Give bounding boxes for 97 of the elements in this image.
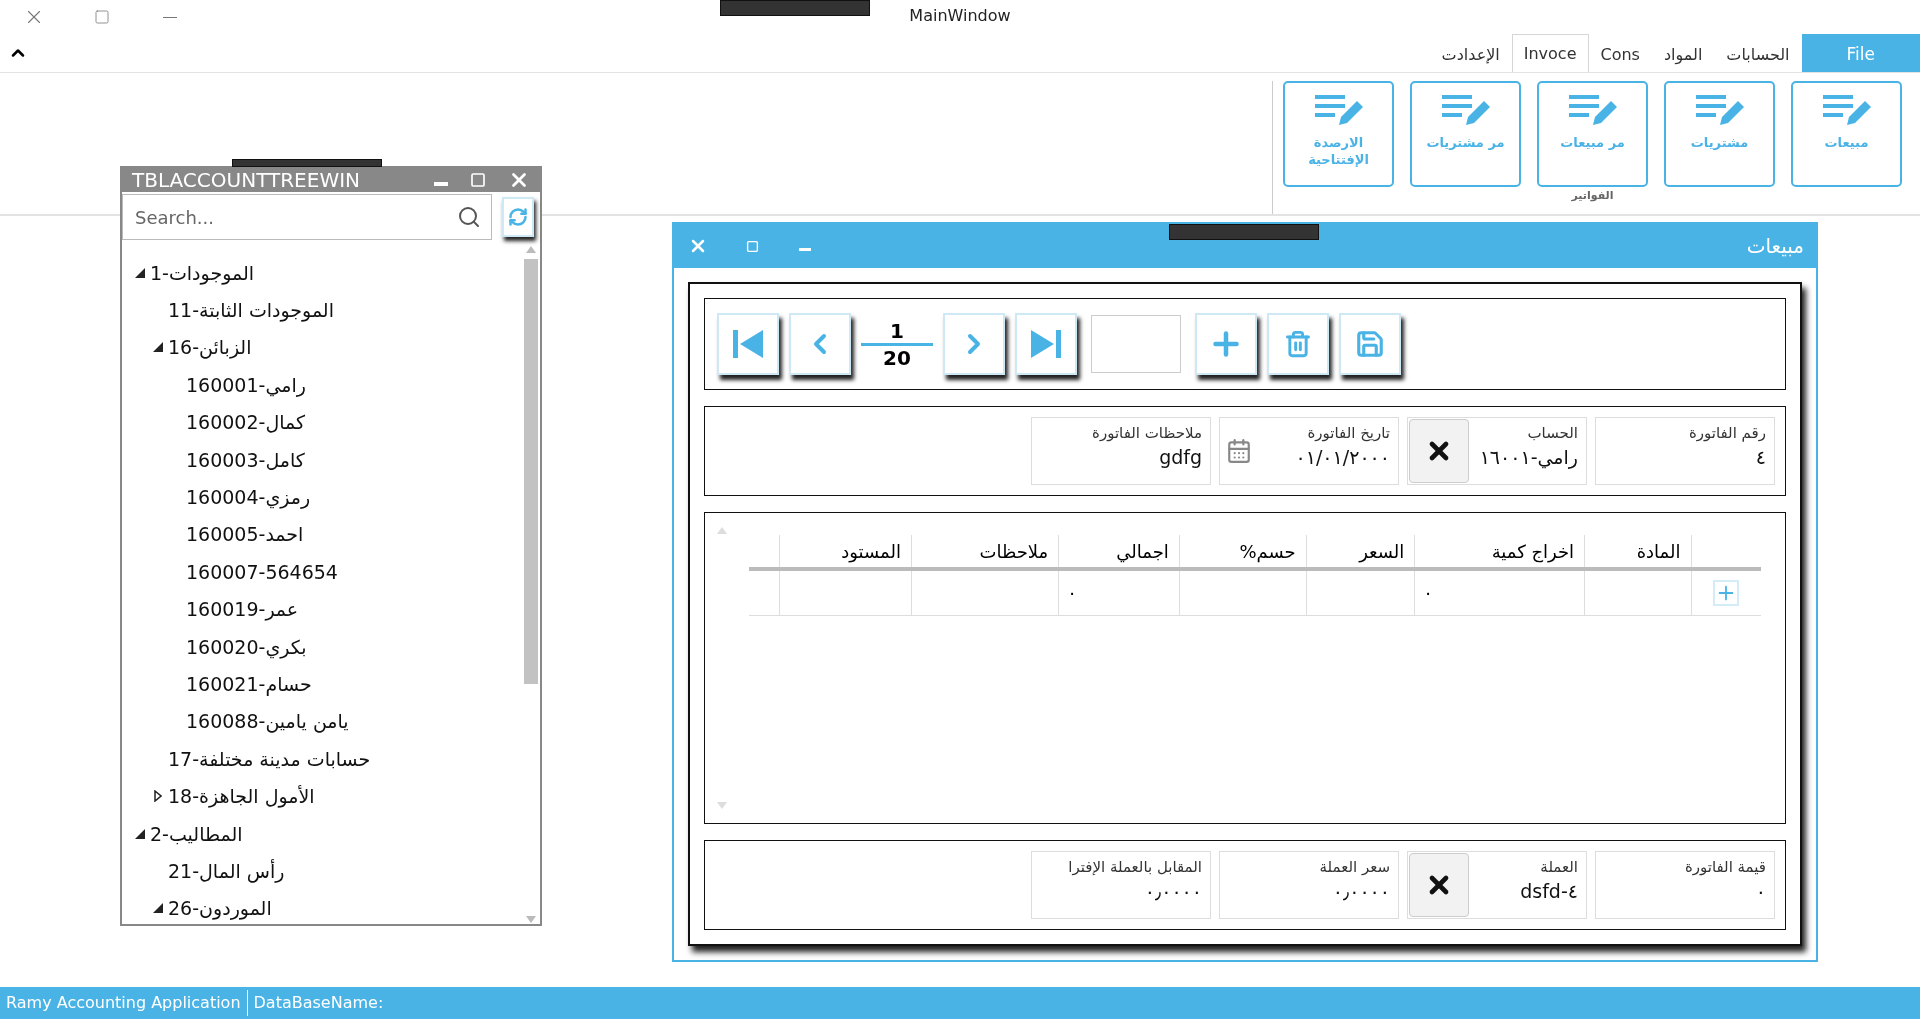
drag-handle[interactable] <box>232 159 382 167</box>
table-cell: ٠ <box>1423 582 1433 604</box>
tree-item[interactable]: 26-الموردون <box>168 897 272 920</box>
window-title: MainWindow <box>909 6 1011 25</box>
expanded-triangle-icon[interactable] <box>153 342 163 353</box>
field-value: رامي-١٦٠٠١ <box>1478 446 1578 468</box>
scroll-up-icon[interactable] <box>526 246 536 253</box>
refresh-icon <box>508 207 528 227</box>
field-value: ٠١/٠١/٢٠٠٠ <box>1294 446 1390 468</box>
tree-item[interactable]: 160021-حسام <box>186 673 312 695</box>
window-title: مبيعات <box>1746 234 1804 258</box>
add-row-button[interactable] <box>1713 579 1740 606</box>
column-header: السعر <box>1306 535 1415 569</box>
record-input[interactable] <box>1091 315 1181 373</box>
tree-item[interactable]: 17-حسابات مدينة مختلفة <box>168 747 371 770</box>
maximize-icon[interactable] <box>746 239 759 253</box>
minimize-icon <box>163 16 177 18</box>
add-button[interactable] <box>1195 313 1257 375</box>
minimize-icon[interactable] <box>799 247 811 251</box>
delete-icon <box>1284 330 1312 358</box>
drag-handle[interactable] <box>720 0 870 16</box>
record-number: 1 <box>889 318 905 343</box>
delete-button[interactable] <box>1267 313 1329 375</box>
expanded-triangle-icon[interactable] <box>135 267 145 278</box>
date-field[interactable]: تاريخ الفاتورة ٠١/٠١/٢٠٠٠ <box>1219 417 1399 485</box>
clear-button[interactable] <box>1409 853 1469 917</box>
calendar-icon[interactable] <box>1226 438 1252 464</box>
column-header: اخراج كمية <box>1414 535 1585 569</box>
field-value: ٠٫٠٠٠٠ <box>1331 880 1390 902</box>
drag-handle[interactable] <box>1169 224 1319 240</box>
column-header: ملاحظات <box>911 535 1059 569</box>
tree-item[interactable]: 160019-عمر <box>186 598 299 621</box>
maximize-icon[interactable] <box>470 172 486 188</box>
lookup-field[interactable]: العملة ٤-dsfd <box>1407 851 1587 919</box>
tree-item[interactable]: 160004-رمزي <box>186 486 311 509</box>
field-label: رقم الفاتورة <box>1687 424 1766 442</box>
tree-item[interactable]: 160007-564654 <box>186 560 338 583</box>
scrollbar-thumb[interactable] <box>524 259 538 684</box>
field-label: ملاحظات الفاتورة <box>1091 424 1202 442</box>
refresh-button[interactable] <box>502 197 534 237</box>
clear-button[interactable] <box>1409 419 1469 483</box>
next-button[interactable] <box>943 313 1005 375</box>
collapsed-triangle-icon[interactable] <box>154 790 162 803</box>
text-field[interactable]: رقم الفاتورة ٤ <box>1595 417 1775 485</box>
app-name: Ramy Accounting Application <box>0 990 248 1016</box>
tree-item[interactable]: 160088-يامن يامين <box>186 710 349 733</box>
tree-item[interactable]: 21-رأس المال <box>168 859 285 882</box>
field-label: تاريخ الفاتورة <box>1306 424 1390 442</box>
record-total: 20 <box>882 345 912 370</box>
tree-item[interactable]: 160003-كامل <box>186 448 305 471</box>
skip-last-icon <box>1029 329 1063 359</box>
scroll-up-icon[interactable] <box>717 527 727 534</box>
database-label: DataBaseName: <box>252 992 385 1014</box>
tree-item[interactable]: 160020-بكري <box>186 635 307 658</box>
text-field[interactable]: قيمة الفاتورة ٠ <box>1595 851 1775 919</box>
search-icon <box>457 205 481 229</box>
field-label: الحساب <box>1526 424 1578 442</box>
tree-item[interactable]: 160002-كمال <box>186 411 305 434</box>
scroll-down-icon[interactable] <box>526 916 536 924</box>
search-field[interactable]: Search... <box>122 194 492 240</box>
field-value: gdfg <box>1158 446 1202 468</box>
table-cell: ٠ <box>1067 582 1077 604</box>
save-button[interactable] <box>1339 313 1401 375</box>
field-value: ٠٫٠٠٠٠ <box>1143 880 1202 902</box>
scroll-down-icon[interactable] <box>717 802 727 809</box>
group-label: الفواتير <box>1571 189 1614 202</box>
column-header: المادة <box>1584 535 1691 569</box>
field-label: سعر العملة <box>1318 858 1390 876</box>
column-header: اجمالي <box>1058 535 1180 569</box>
expanded-triangle-icon[interactable] <box>135 828 145 839</box>
ribbon-tab[interactable]: Invoce <box>1511 34 1589 73</box>
field-value: ٤-dsfd <box>1519 880 1578 902</box>
lookup-field[interactable]: الحساب رامي-١٦٠٠١ <box>1407 417 1587 485</box>
tree-item[interactable]: 11-الموجودات الثابتة <box>168 299 334 322</box>
restore-icon <box>94 9 110 25</box>
tree-item[interactable]: 1-الموجودات <box>150 261 254 284</box>
field-value: ٠ <box>1754 880 1766 902</box>
field-label: قيمة الفاتورة <box>1683 858 1766 876</box>
tree-item[interactable]: 2-المطاليب <box>150 822 243 845</box>
field-value: ٤ <box>1754 446 1766 468</box>
save-icon <box>1355 329 1385 359</box>
text-field[interactable]: المقابل بالعملة الإفترا ٠٫٠٠٠٠ <box>1031 851 1211 919</box>
text-field[interactable]: سعر العملة ٠٫٠٠٠٠ <box>1219 851 1399 919</box>
last-button[interactable] <box>1015 313 1077 375</box>
previous-button[interactable] <box>789 313 851 375</box>
tree-item[interactable]: 160001-رامي <box>186 373 306 396</box>
tree-item[interactable]: 16-الزبائن <box>168 336 252 359</box>
tree-item[interactable]: 18-الأمول الجاهزة <box>168 785 315 808</box>
expanded-triangle-icon[interactable] <box>153 903 163 914</box>
column-header: المستود <box>779 535 912 569</box>
first-button[interactable] <box>717 313 779 375</box>
column-header: حسم% <box>1179 535 1307 569</box>
window-title: TBLACCOUNTTREEWIN <box>132 168 361 192</box>
field-label: المقابل بالعملة الإفترا <box>1067 858 1202 876</box>
tree-item[interactable]: 160005-احمد <box>186 523 304 546</box>
field-label: العملة <box>1539 858 1578 876</box>
skip-first-icon <box>731 329 765 359</box>
